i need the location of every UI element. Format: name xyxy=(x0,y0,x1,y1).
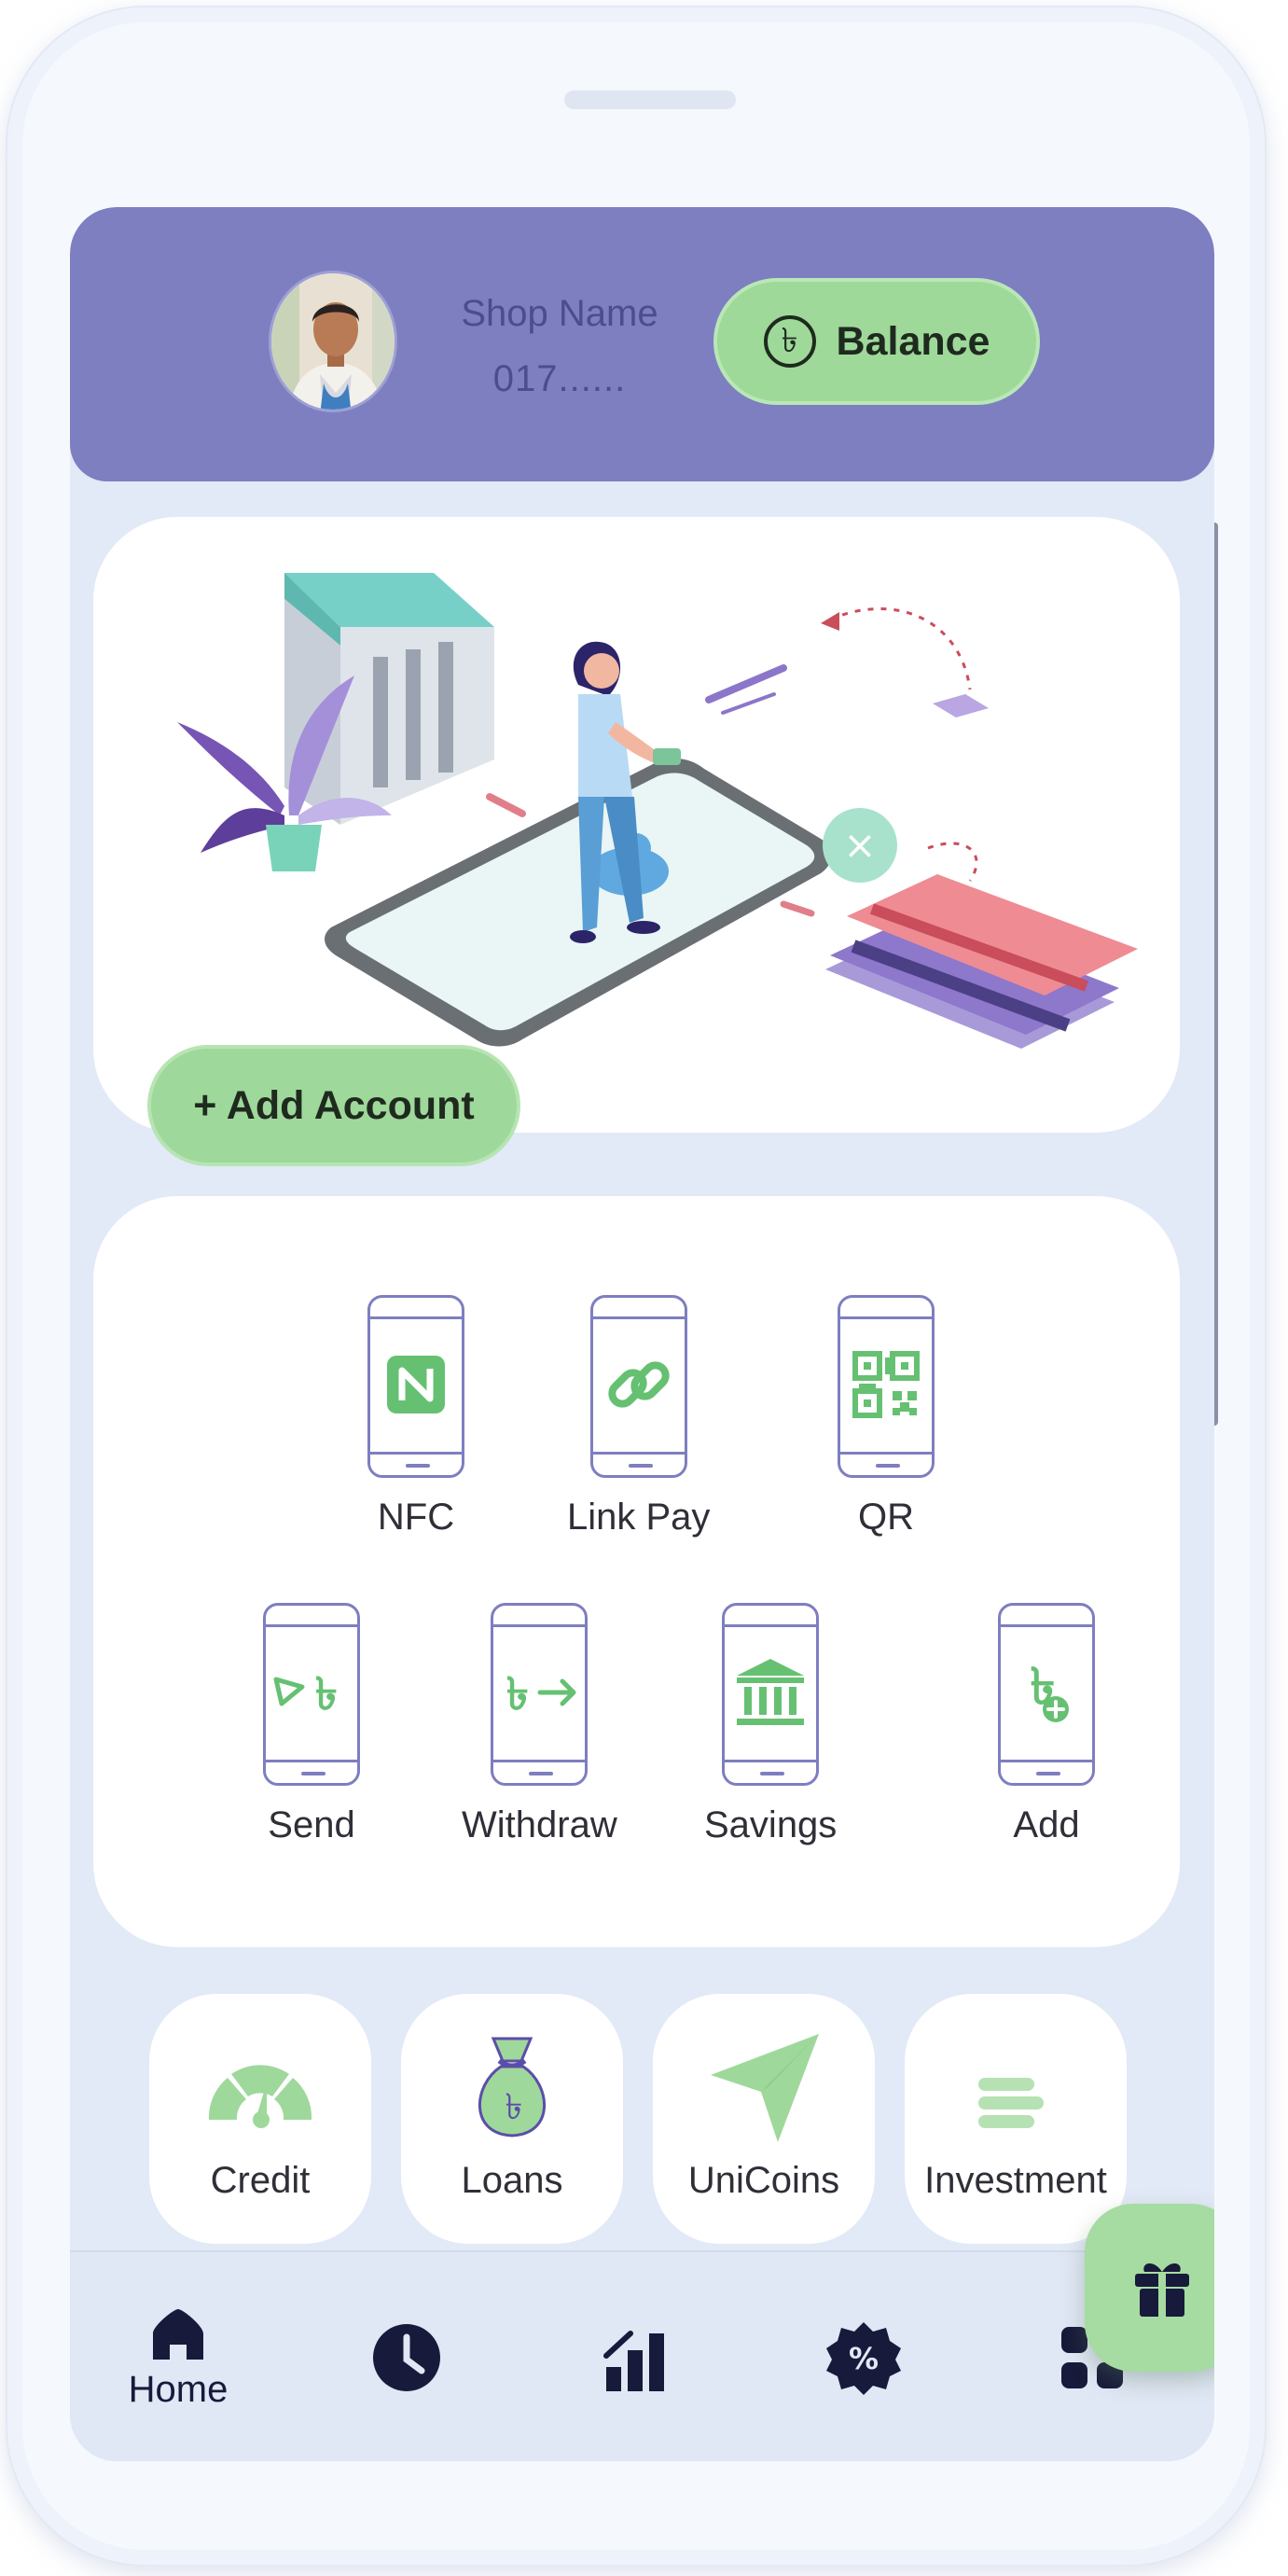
service-investment[interactable]: Investment xyxy=(905,1994,1127,2244)
money-bag-icon: ৳ xyxy=(465,2022,559,2152)
action-label: QR xyxy=(858,1497,914,1538)
service-label: Credit xyxy=(210,2160,311,2201)
nav-history[interactable] xyxy=(332,2252,481,2461)
balance-label: Balance xyxy=(836,318,990,364)
nav-home[interactable]: Home xyxy=(104,2252,253,2461)
phone-frame-icon xyxy=(589,1295,687,1478)
action-send[interactable]: ৳ Send xyxy=(263,1603,360,1846)
phone-frame-icon: ৳ xyxy=(998,1603,1095,1786)
action-label: Send xyxy=(268,1804,355,1845)
action-nfc[interactable]: NFC xyxy=(367,1295,464,1539)
action-withdraw[interactable]: ৳ Withdraw xyxy=(462,1603,617,1846)
service-unicoins[interactable]: UniCoins xyxy=(653,1994,875,2244)
bank-building-illustration xyxy=(284,573,494,825)
balance-button[interactable]: ৳ Balance xyxy=(713,278,1040,405)
svg-text:৳: ৳ xyxy=(506,2086,523,2127)
qr-code-icon xyxy=(840,1331,932,1438)
gift-icon xyxy=(1135,2263,1189,2317)
banking-illustration: × xyxy=(177,573,1138,1049)
gauge-icon xyxy=(200,2022,321,2152)
speaker-notch xyxy=(564,91,736,109)
percent-badge-icon: % xyxy=(826,2322,901,2395)
payment-cards-illustration xyxy=(825,874,1138,1049)
home-icon xyxy=(153,2308,203,2360)
app-screen: Shop Name 017...... ৳ Balance × + Add Ac… xyxy=(70,207,1214,2461)
taka-icon: ৳ xyxy=(763,315,816,368)
action-label: Link Pay xyxy=(567,1497,711,1538)
phone-frame-icon xyxy=(367,1295,464,1478)
action-add[interactable]: ৳ Add xyxy=(998,1603,1095,1846)
paper-plane-icon xyxy=(703,2022,824,2152)
nav-statistics[interactable] xyxy=(561,2252,710,2461)
svg-text:৳: ৳ xyxy=(506,1668,529,1720)
action-qr[interactable]: QR xyxy=(838,1295,935,1539)
svg-text:৳: ৳ xyxy=(315,1668,338,1720)
nav-offers[interactable]: % xyxy=(789,2252,938,2461)
service-label: UniCoins xyxy=(687,2160,840,2201)
svg-text:×: × xyxy=(843,822,876,868)
phone-frame-icon xyxy=(838,1295,935,1478)
investment-icon xyxy=(960,2022,1072,2152)
link-icon xyxy=(593,1331,685,1438)
service-label: Investment xyxy=(924,2160,1107,2201)
nfc-icon xyxy=(370,1331,462,1438)
nav-label: Home xyxy=(128,2368,229,2410)
service-credit[interactable]: Credit xyxy=(149,1994,371,2244)
clock-icon xyxy=(373,2324,440,2391)
phone-frame-icon xyxy=(722,1603,820,1786)
add-money-icon: ৳ xyxy=(1001,1639,1092,1746)
svg-text:%: % xyxy=(849,2341,879,2376)
action-label: Savings xyxy=(704,1804,838,1845)
phone-frame-icon: ৳ xyxy=(263,1603,360,1786)
withdraw-taka-icon: ৳ xyxy=(493,1639,585,1746)
action-label: Add xyxy=(1013,1804,1080,1845)
avatar[interactable] xyxy=(269,271,397,412)
bar-chart-icon xyxy=(603,2331,664,2391)
phone-frame-icon: ৳ xyxy=(491,1603,589,1786)
service-label: Loans xyxy=(461,2160,563,2201)
action-savings[interactable]: Savings xyxy=(704,1603,837,1846)
gift-button[interactable] xyxy=(1085,2204,1214,2372)
bottom-navigation: Home % xyxy=(70,2250,1214,2461)
service-loans[interactable]: ৳ Loans xyxy=(401,1994,623,2244)
action-label: Withdraw xyxy=(462,1804,617,1845)
banner-card: × xyxy=(93,517,1180,1133)
action-label: NFC xyxy=(377,1497,455,1538)
add-account-button[interactable]: + Add Account xyxy=(147,1045,520,1166)
action-link-pay[interactable]: Link Pay xyxy=(567,1295,710,1539)
send-taka-icon: ৳ xyxy=(266,1639,357,1746)
header-bar: Shop Name 017...... ৳ Balance xyxy=(70,207,1214,481)
shop-phone-number: 017...... xyxy=(492,358,627,399)
shop-name: Shop Name xyxy=(461,293,658,334)
bank-icon xyxy=(725,1639,816,1746)
services-row: Credit ৳ Loans UniCoins Investment xyxy=(149,1994,1180,2246)
